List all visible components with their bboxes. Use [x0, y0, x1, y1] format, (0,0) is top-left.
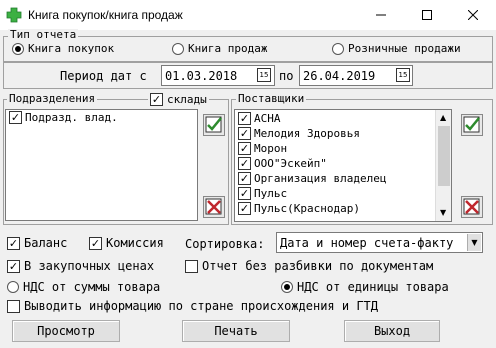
suppliers-scrollbar[interactable]: ▲ ▼	[435, 110, 451, 221]
period-prefix: Период дат с	[60, 69, 147, 83]
supplier-checkbox[interactable]: ✓	[238, 202, 251, 215]
minimize-icon	[376, 14, 386, 16]
radio-vat-unit[interactable]: НДС от единицы товара	[281, 280, 449, 294]
departments-clear-all-button[interactable]	[203, 196, 225, 218]
supplier-checkbox[interactable]: ✓	[238, 172, 251, 185]
commission-check-box[interactable]: ✓	[89, 236, 102, 250]
balance-label: Баланс	[24, 236, 68, 250]
supplier-label: Морон	[254, 142, 288, 155]
radio-purchase-book[interactable]: Книга покупок	[12, 42, 114, 55]
pharmacy-cross-icon	[6, 7, 22, 23]
suppliers-list[interactable]: ✓ АСНА ✓ Мелодия Здоровья ✓ Морон ✓ ООО"Эске…	[234, 109, 452, 222]
supplier-label: ООО"Эскейп"	[254, 157, 327, 170]
radio-purchase-book-dot[interactable]	[12, 42, 24, 55]
country-info-check-box[interactable]	[7, 299, 20, 313]
sort-value: Дата и номер счета-факту	[280, 235, 454, 250]
supplier-label: Пульс(Краснодар)	[254, 202, 360, 215]
radio-retail-sales[interactable]: Розничные продажи	[332, 42, 461, 55]
supplier-label: Мелодия Здоровья	[254, 127, 360, 140]
list-item[interactable]: ✓ Мелодия Здоровья	[235, 126, 435, 141]
chevron-down-icon[interactable]: ▼	[467, 234, 481, 251]
no-breakdown-checkbox[interactable]: Отчет без разбивки по документам	[185, 259, 433, 273]
scroll-down-icon[interactable]: ▼	[440, 208, 446, 217]
scroll-up-icon[interactable]: ▲	[440, 113, 446, 122]
exit-button[interactable]: Выход	[344, 320, 440, 342]
list-item[interactable]: ✓ Морон	[235, 141, 435, 156]
country-info-label: Выводить информацию по стране происхожде…	[24, 299, 379, 313]
commission-checkbox[interactable]: ✓ Комиссия	[89, 236, 164, 250]
radio-sales-book-label: Книга продаж	[188, 42, 268, 55]
no-breakdown-label: Отчет без разбивки по документам	[202, 259, 434, 273]
supplier-label: АСНА	[254, 112, 281, 125]
country-info-checkbox[interactable]: Выводить информацию по стране происхожде…	[7, 299, 378, 313]
uncheck-all-icon	[205, 198, 222, 215]
sort-label: Сортировка:	[185, 237, 265, 251]
list-item[interactable]: ✓ Пульс(Краснодар)	[235, 201, 435, 216]
print-button[interactable]: Печать	[182, 320, 290, 342]
department-label: Подразд. влад.	[25, 111, 118, 124]
uncheck-all-icon	[463, 198, 480, 215]
no-breakdown-check-box[interactable]	[185, 259, 198, 273]
radio-vat-sum-dot[interactable]	[7, 281, 19, 293]
suppliers-clear-all-button[interactable]	[461, 196, 483, 218]
supplier-checkbox[interactable]: ✓	[238, 127, 251, 140]
close-button[interactable]	[450, 0, 496, 30]
purchase-prices-label: В закупочных ценах	[24, 259, 155, 273]
departments-select-all-button[interactable]	[203, 114, 225, 136]
radio-sales-book[interactable]: Книга продаж	[172, 42, 267, 55]
departments-legend: Подразделения	[7, 92, 98, 105]
period-to-label: по	[279, 69, 294, 83]
supplier-checkbox[interactable]: ✓	[238, 157, 251, 170]
supplier-label: Пульс	[254, 187, 288, 200]
radio-vat-sum[interactable]: НДС от суммы товара	[7, 280, 160, 294]
list-item[interactable]: ✓ АСНА	[235, 111, 435, 126]
warehouses-check-box[interactable]: ✓	[150, 93, 163, 106]
supplier-checkbox[interactable]: ✓	[238, 187, 251, 200]
supplier-checkbox[interactable]: ✓	[238, 142, 251, 155]
calendar-from-icon[interactable]: 15	[257, 68, 271, 82]
check-all-icon	[463, 116, 480, 133]
scrollbar-thumb[interactable]	[438, 126, 450, 186]
close-icon	[468, 10, 478, 20]
suppliers-legend: Поставщики	[236, 92, 307, 105]
report-type-legend: Тип отчета	[8, 28, 79, 41]
date-to-value: 26.04.2019	[303, 68, 376, 83]
maximize-button[interactable]	[404, 0, 450, 30]
warehouses-label: склады	[167, 93, 207, 106]
window-title: Книга покупок/книга продаж	[28, 8, 183, 22]
list-item[interactable]: ✓ Подразд. влад.	[6, 110, 197, 125]
sort-select[interactable]: Дата и номер счета-факту ▼	[276, 232, 483, 253]
radio-vat-sum-label: НДС от суммы товара	[23, 280, 161, 294]
list-item[interactable]: ✓ Пульс	[235, 186, 435, 201]
minimize-button[interactable]	[358, 0, 404, 30]
balance-checkbox[interactable]: ✓ Баланс	[7, 236, 67, 250]
radio-vat-unit-dot[interactable]	[281, 281, 293, 293]
list-item[interactable]: ✓ Организация владелец	[235, 171, 435, 186]
purchase-prices-checkbox[interactable]: ✓ В закупочных ценах	[7, 259, 154, 273]
commission-label: Комиссия	[106, 236, 164, 250]
radio-retail-sales-label: Розничные продажи	[348, 42, 461, 55]
purchase-prices-check-box[interactable]: ✓	[7, 259, 20, 273]
preview-button[interactable]: Просмотр	[12, 320, 120, 342]
check-all-icon	[205, 116, 222, 133]
departments-list[interactable]: ✓ Подразд. влад.	[5, 109, 198, 221]
radio-sales-book-dot[interactable]	[172, 42, 184, 55]
radio-purchase-book-label: Книга покупок	[28, 42, 115, 55]
radio-vat-unit-label: НДС от единицы товара	[297, 280, 449, 294]
warehouses-checkbox[interactable]: ✓ склады	[148, 93, 209, 106]
supplier-checkbox[interactable]: ✓	[238, 112, 251, 125]
balance-check-box[interactable]: ✓	[7, 236, 20, 250]
supplier-label: Организация владелец	[254, 172, 387, 185]
suppliers-select-all-button[interactable]	[461, 114, 483, 136]
radio-retail-sales-dot[interactable]	[332, 42, 344, 55]
date-from-value: 01.03.2018	[165, 68, 238, 83]
maximize-icon	[422, 10, 432, 20]
list-item[interactable]: ✓ ООО"Эскейп"	[235, 156, 435, 171]
calendar-to-icon[interactable]: 15	[396, 68, 410, 82]
department-checkbox[interactable]: ✓	[9, 111, 22, 124]
